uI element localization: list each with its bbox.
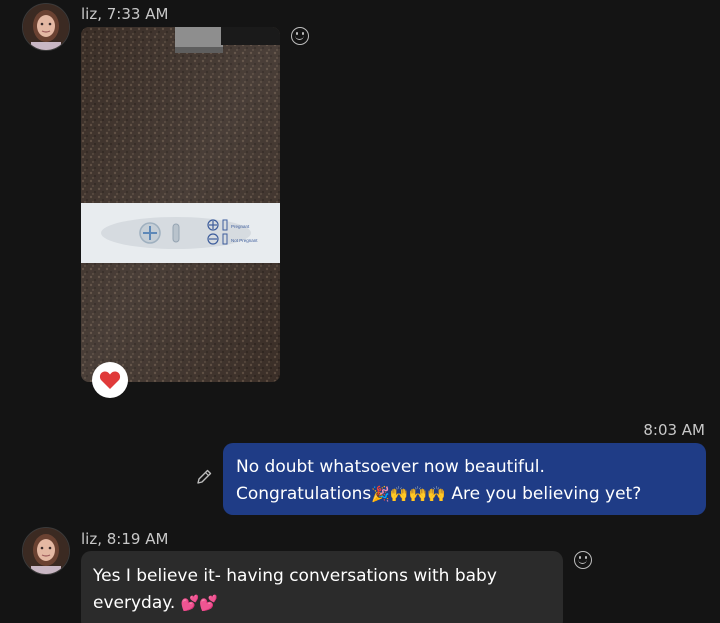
- sender-meta: liz, 8:19 AM: [81, 530, 169, 548]
- photo-attachment[interactable]: Pregnant Not Pregnant: [81, 27, 280, 382]
- emoji-sequence: 💕💕: [180, 594, 219, 612]
- avatar-liz[interactable]: [22, 527, 70, 575]
- outgoing-message-bubble[interactable]: No doubt whatsoever now beautiful. Congr…: [223, 443, 706, 515]
- message-text-line: everyday. 💕💕: [93, 590, 551, 617]
- test-label-not-pregnant: Not Pregnant: [231, 238, 258, 243]
- add-reaction-icon[interactable]: [574, 551, 592, 569]
- sender-meta: liz, 7:33 AM: [81, 5, 169, 23]
- message-text-line: Congratulations🎉🙌🙌🙌 Are you believing ye…: [236, 481, 694, 508]
- emoji-sequence: 🎉🙌🙌🙌: [371, 485, 446, 503]
- edit-icon[interactable]: [195, 468, 213, 486]
- add-reaction-icon[interactable]: [291, 27, 309, 45]
- test-label-pregnant: Pregnant: [231, 224, 250, 229]
- message-text: Are you believing yet?: [445, 484, 642, 504]
- message-text: Congratulations: [236, 484, 372, 504]
- message-text: everyday.: [93, 593, 181, 613]
- avatar-liz[interactable]: [22, 3, 70, 51]
- message-text-line: No doubt whatsoever now beautiful.: [236, 457, 545, 477]
- heart-reaction-badge[interactable]: [92, 362, 128, 398]
- message-timestamp: 8:03 AM: [643, 421, 705, 439]
- incoming-message-bubble[interactable]: Yes I believe it- having conversations w…: [81, 551, 563, 623]
- chat-thread: liz, 7:33 AM Pregnant Not Pregnant 8:03 …: [0, 0, 720, 623]
- heart-icon: [99, 371, 121, 389]
- message-text-line: Yes I believe it- having conversations w…: [93, 566, 497, 586]
